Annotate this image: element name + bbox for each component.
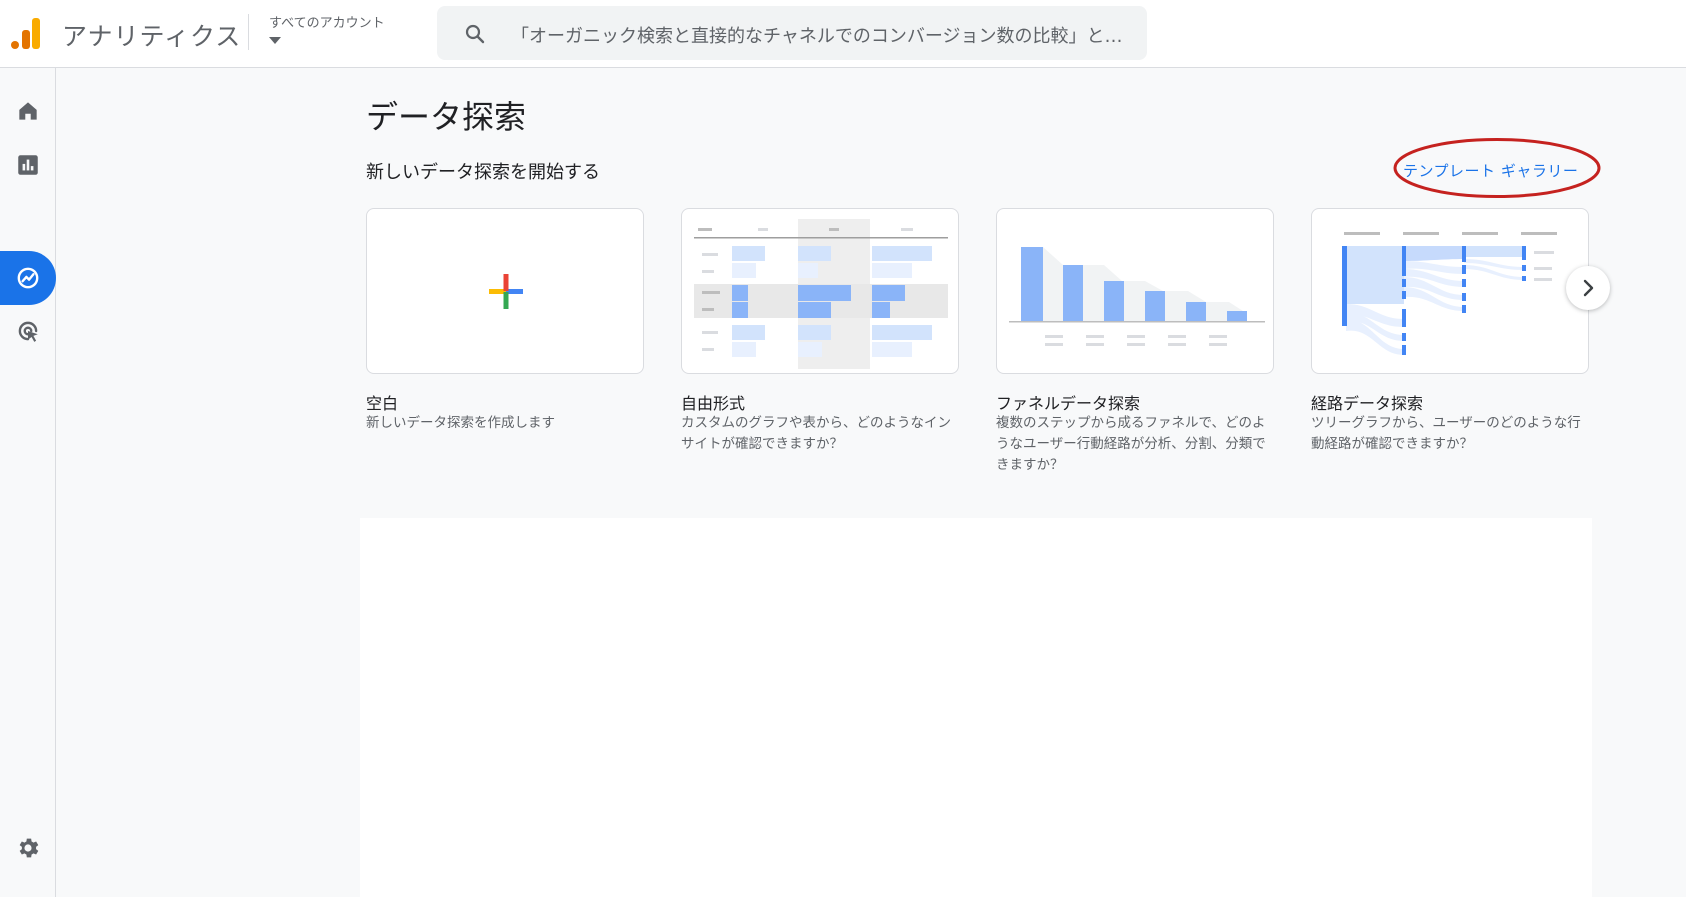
caret-down-icon: [269, 37, 281, 44]
card-title-freeform: 自由形式: [681, 394, 746, 413]
template-card-funnel[interactable]: [996, 208, 1274, 374]
account-selector-label: すべてのアカウント: [269, 16, 385, 31]
carousel-next-button[interactable]: [1566, 266, 1610, 310]
plus-icon: [489, 274, 523, 309]
card-title-funnel: ファネルデータ探索: [996, 394, 1141, 413]
nav-settings[interactable]: [0, 821, 56, 875]
home-icon: [19, 102, 37, 120]
account-selector[interactable]: すべてのアカウント: [269, 12, 385, 44]
search-box[interactable]: 「オーガニック検索と直接的なチャネルでのコンバージョン数の比較」と検索してみてく…: [437, 6, 1147, 60]
left-nav-rail: [0, 68, 56, 897]
explore-icon: [17, 267, 39, 289]
gear-icon: [19, 838, 39, 858]
card-title-blank: 空白: [366, 394, 399, 413]
nav-home[interactable]: [0, 84, 56, 138]
explorations-list-panel: [360, 518, 1592, 897]
template-card-freeform[interactable]: [681, 208, 959, 374]
template-gallery-link[interactable]: テンプレート ギャラリー: [1403, 160, 1578, 181]
card-desc-freeform: カスタムのグラフや表から、どのようなインサイトが確認できますか？: [681, 415, 951, 452]
top-app-bar: アナリティクス すべてのアカウント 「オーガニック検索と直接的なチャネルでのコン…: [0, 0, 1686, 68]
app-title: アナリティクス: [62, 22, 242, 51]
path-tree-illustration: [1342, 232, 1557, 355]
nav-reports[interactable]: [0, 138, 56, 192]
card-title-path: 経路データ探索: [1311, 394, 1424, 413]
template-card-path[interactable]: [1311, 208, 1589, 374]
nav-explore[interactable]: [0, 251, 56, 305]
search-icon: [465, 24, 485, 44]
advertising-icon: [18, 321, 38, 342]
page-title: データ探索: [366, 98, 527, 136]
card-desc-blank: 新しいデータ探索を作成します: [366, 415, 555, 431]
template-card-blank[interactable]: [366, 208, 644, 374]
header-divider: [248, 14, 249, 50]
freeform-table-illustration: [694, 219, 948, 369]
funnel-chart-illustration: [1009, 247, 1265, 346]
nav-advertising[interactable]: [0, 304, 56, 358]
card-desc-path: ツリーグラフから、ユーザーのどのような行動経路が確認できますか？: [1311, 415, 1581, 452]
search-placeholder: 「オーガニック検索と直接的なチャネルでのコンバージョン数の比較」と検索してみてく…: [511, 26, 1131, 47]
section-label: 新しいデータ探索を開始する: [366, 162, 600, 183]
reports-icon: [18, 155, 38, 175]
chevron-right-icon: [1583, 279, 1594, 297]
card-desc-funnel: 複数のステップから成るファネルで、どのようなユーザー行動経路が分析、分割、分類で…: [996, 415, 1266, 473]
analytics-logo-icon[interactable]: [10, 16, 42, 50]
